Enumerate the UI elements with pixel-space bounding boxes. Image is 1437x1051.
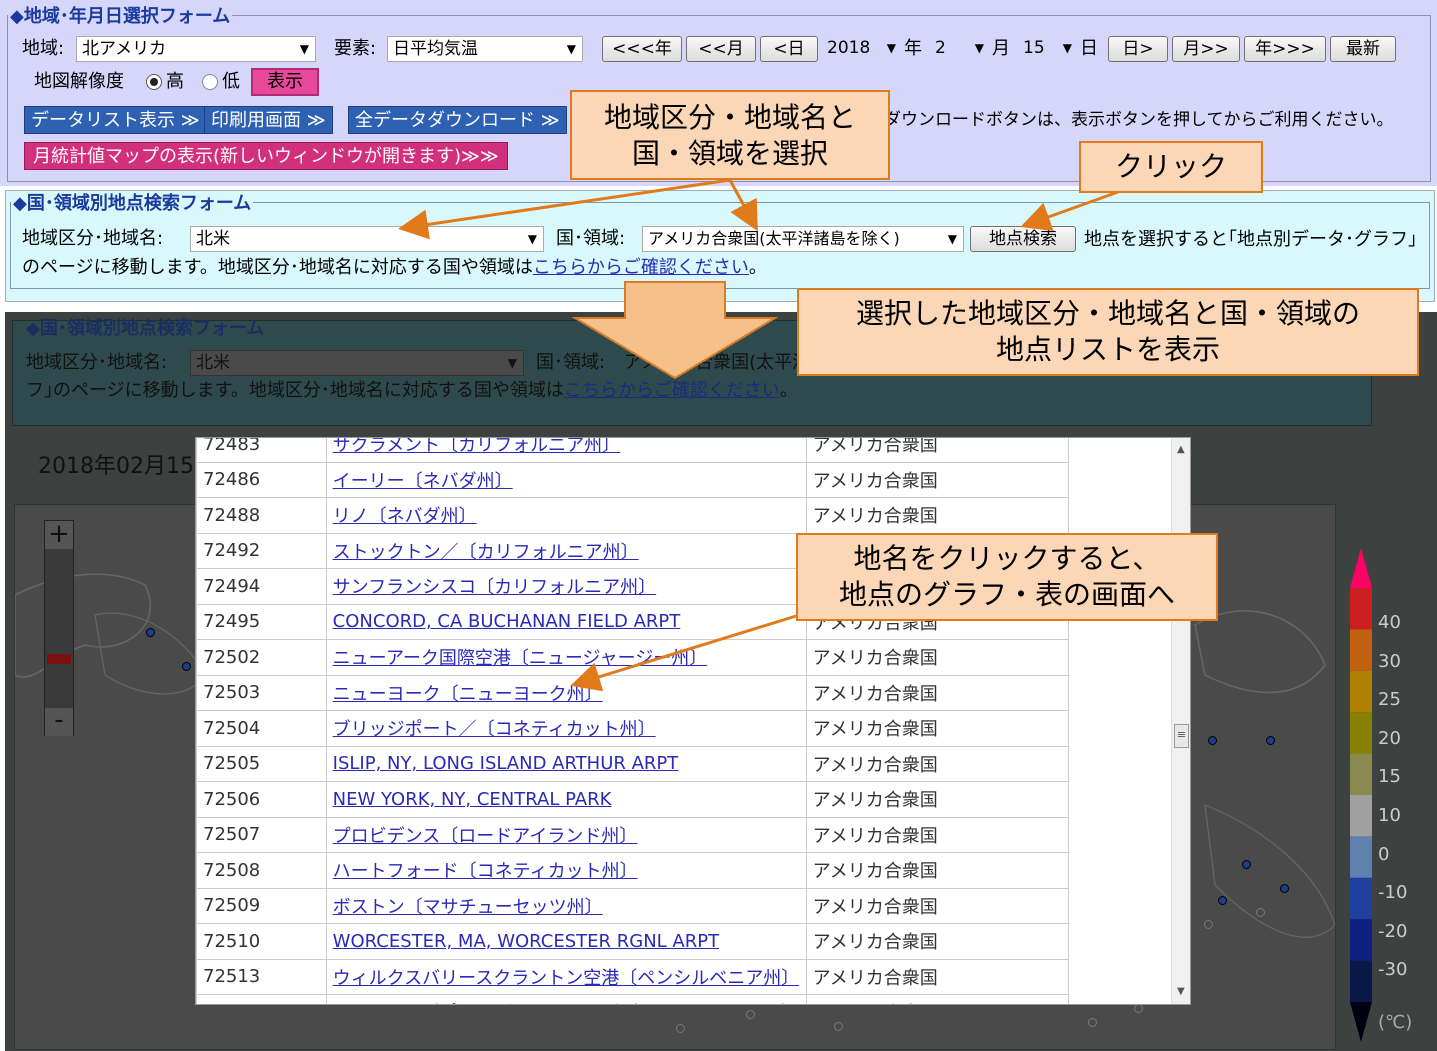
- callout-select-region: 地域区分・地域名と 国・領域を選択: [570, 90, 890, 180]
- callout-click: クリック: [1079, 141, 1263, 193]
- callout-show-list: 選択した地域区分・地域名と国・領域の 地点リストを表示: [797, 288, 1419, 376]
- callout-click-name: 地名をクリックすると、 地点のグラフ・表の画面へ: [796, 533, 1218, 621]
